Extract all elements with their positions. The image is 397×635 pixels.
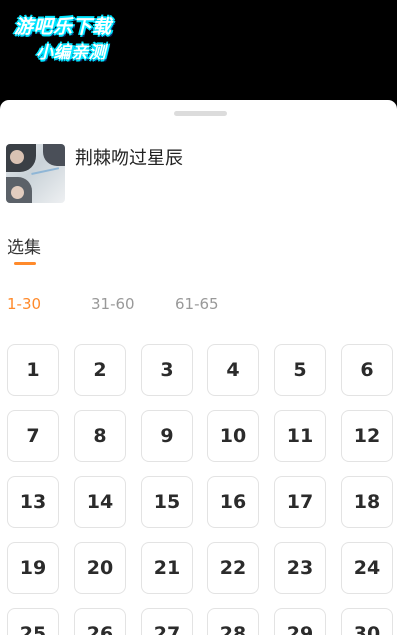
- episode-button-20[interactable]: 20: [74, 542, 126, 594]
- episode-button-29[interactable]: 29: [274, 608, 326, 635]
- range-tab-31-60[interactable]: 31-60: [91, 295, 135, 313]
- episode-button-7[interactable]: 7: [7, 410, 59, 462]
- episodes-section-title: 选集: [7, 238, 41, 258]
- episode-button-25[interactable]: 25: [7, 608, 59, 635]
- screen: 游吧乐下载 小编亲测 荆棘吻过星辰 选集 1-30 31-60 61-65 12…: [0, 0, 397, 635]
- episode-button-3[interactable]: 3: [141, 344, 193, 396]
- episode-button-27[interactable]: 27: [141, 608, 193, 635]
- episode-button-26[interactable]: 26: [74, 608, 126, 635]
- drama-title: 荆棘吻过星辰: [75, 148, 183, 169]
- episode-button-1[interactable]: 1: [7, 344, 59, 396]
- episode-button-13[interactable]: 13: [7, 476, 59, 528]
- watermark-line2: 小编亲测: [36, 43, 106, 63]
- range-tab-1-30[interactable]: 1-30: [7, 295, 41, 313]
- episode-button-12[interactable]: 12: [341, 410, 393, 462]
- episode-button-5[interactable]: 5: [274, 344, 326, 396]
- episode-button-11[interactable]: 11: [274, 410, 326, 462]
- episode-button-14[interactable]: 14: [74, 476, 126, 528]
- episode-button-2[interactable]: 2: [74, 344, 126, 396]
- episode-button-28[interactable]: 28: [207, 608, 259, 635]
- watermark-line1: 游吧乐下载: [14, 16, 112, 38]
- episode-button-18[interactable]: 18: [341, 476, 393, 528]
- episode-button-24[interactable]: 24: [341, 542, 393, 594]
- range-tab-61-65[interactable]: 61-65: [175, 295, 219, 313]
- sheet-drag-handle[interactable]: [174, 111, 227, 116]
- episode-button-6[interactable]: 6: [341, 344, 393, 396]
- episode-button-15[interactable]: 15: [141, 476, 193, 528]
- watermark-logo: 游吧乐下载 小编亲测: [8, 10, 148, 66]
- episode-button-21[interactable]: 21: [141, 542, 193, 594]
- episode-button-17[interactable]: 17: [274, 476, 326, 528]
- episode-button-16[interactable]: 16: [207, 476, 259, 528]
- drama-cover-image: [6, 144, 65, 203]
- episode-button-22[interactable]: 22: [207, 542, 259, 594]
- episode-button-8[interactable]: 8: [74, 410, 126, 462]
- episode-button-10[interactable]: 10: [207, 410, 259, 462]
- episode-button-4[interactable]: 4: [207, 344, 259, 396]
- episode-button-9[interactable]: 9: [141, 410, 193, 462]
- section-title-underline: [14, 262, 36, 265]
- episode-button-23[interactable]: 23: [274, 542, 326, 594]
- episode-sheet: 荆棘吻过星辰 选集 1-30 31-60 61-65 1 2 3 4 5 6 7 8 9 10 11…: [0, 100, 397, 635]
- episode-button-19[interactable]: 19: [7, 542, 59, 594]
- episode-button-30[interactable]: 30: [341, 608, 393, 635]
